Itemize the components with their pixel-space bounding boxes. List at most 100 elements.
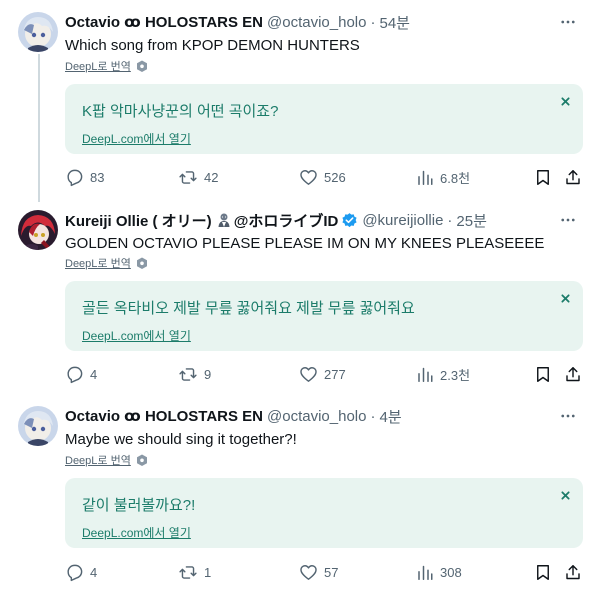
bookmark-button[interactable]: [534, 364, 552, 384]
tweet-header: Octavio ꝏ HOLOSTARS EN @octavio_holo · 5…: [65, 12, 410, 32]
action-bar: 4 9 277 2.3천: [65, 364, 585, 384]
repost-count: 1: [204, 564, 212, 580]
tweet-3[interactable]: Octavio ꝏ HOLOSTARS EN @octavio_holo · 4…: [0, 396, 600, 594]
tweet-text: Maybe we should sing it together?!: [65, 431, 297, 448]
reply-button[interactable]: 83: [65, 167, 104, 187]
handle[interactable]: @octavio_holo: [267, 408, 366, 425]
timestamp[interactable]: 54분: [379, 12, 410, 33]
heart-icon: [299, 365, 318, 384]
reply-icon: [65, 365, 84, 384]
reply-icon: [65, 563, 84, 582]
reply-icon: [65, 168, 84, 187]
tweet-text: GOLDEN OCTAVIO PLEASE PLEASE IM ON MY KN…: [65, 235, 545, 252]
action-bar: 83 42 526 6.8천: [65, 167, 585, 187]
bookmark-icon: [534, 365, 552, 384]
repost-count: 42: [204, 169, 219, 185]
heart-icon: [299, 168, 318, 187]
view-count: 6.8천: [440, 170, 471, 186]
bookmark-button[interactable]: [534, 562, 552, 582]
translation-text: K팝 악마사냥꾼의 어떤 곡이죠?: [82, 103, 279, 120]
views-button[interactable]: 2.3천: [416, 364, 470, 384]
repost-button[interactable]: 9: [178, 364, 211, 384]
like-count: 277: [324, 366, 346, 382]
handle[interactable]: @kureijiollie: [362, 212, 443, 229]
deepl-label-text[interactable]: DeepL로 번역: [65, 452, 131, 468]
share-button[interactable]: [564, 167, 582, 187]
repost-icon: [178, 365, 198, 384]
bookmark-icon: [534, 168, 552, 187]
close-icon[interactable]: [558, 291, 572, 305]
like-count: 57: [324, 564, 339, 580]
views-icon: [416, 365, 434, 384]
repost-button[interactable]: 1: [178, 562, 211, 582]
translation-text: 골든 옥타비오 제발 무릎 꿇어줘요 제발 무릎 꿇어줘요: [82, 300, 415, 317]
like-button[interactable]: 57: [299, 562, 338, 582]
view-count: 2.3천: [440, 367, 471, 383]
translation-box: 골든 옥타비오 제발 무릎 꿇어줘요 제발 무릎 꿇어줘요 DeepL.com에…: [65, 281, 583, 351]
share-button[interactable]: [564, 364, 582, 384]
deepl-translate-label[interactable]: DeepL로 번역: [65, 254, 148, 272]
deepl-icon: [136, 454, 148, 467]
reply-count: 83: [90, 169, 105, 185]
deepl-icon: [136, 257, 148, 270]
share-button[interactable]: [564, 562, 582, 582]
open-in-deepl-link[interactable]: DeepL.com에서 열기: [82, 524, 191, 541]
views-button[interactable]: 308: [416, 562, 462, 582]
separator-dot: ·: [370, 407, 376, 425]
bookmark-icon: [534, 563, 552, 582]
avatar[interactable]: [18, 12, 58, 52]
views-button[interactable]: 6.8천: [416, 167, 470, 187]
timestamp[interactable]: 4분: [379, 406, 401, 427]
separator-dot: ·: [370, 13, 376, 31]
display-name[interactable]: Kureiji Ollie ( オリー): [65, 210, 212, 231]
open-in-deepl-link[interactable]: DeepL.com에서 열기: [82, 327, 191, 344]
display-name-suffix[interactable]: @ホロライブID: [234, 210, 339, 231]
tweet-header: Kureiji Ollie ( オリー) @ホロライブID @kureijiol…: [65, 210, 487, 230]
like-button[interactable]: 526: [299, 167, 346, 187]
translation-text: 같이 불러볼까요?!: [82, 497, 196, 514]
deepl-label-text[interactable]: DeepL로 번역: [65, 255, 131, 271]
display-name[interactable]: Octavio ꝏ HOLOSTARS EN: [65, 407, 263, 425]
more-icon[interactable]: [558, 12, 578, 32]
deepl-label-text[interactable]: DeepL로 번역: [65, 58, 131, 74]
repost-icon: [178, 168, 198, 187]
tweet-header: Octavio ꝏ HOLOSTARS EN @octavio_holo · 4…: [65, 406, 402, 426]
deepl-icon: [136, 60, 148, 73]
like-button[interactable]: 277: [299, 364, 346, 384]
verified-badge-icon: [341, 212, 358, 229]
bookmark-button[interactable]: [534, 167, 552, 187]
translation-box: 같이 불러볼까요?! DeepL.com에서 열기: [65, 478, 583, 548]
reply-button[interactable]: 4: [65, 562, 97, 582]
thread-line: [38, 54, 40, 202]
views-icon: [416, 563, 434, 582]
display-name[interactable]: Octavio ꝏ HOLOSTARS EN: [65, 13, 263, 31]
reply-count: 4: [90, 564, 98, 580]
share-icon: [564, 365, 582, 384]
open-in-deepl-link[interactable]: DeepL.com에서 열기: [82, 130, 191, 147]
deepl-translate-label[interactable]: DeepL로 번역: [65, 57, 148, 75]
handle[interactable]: @octavio_holo: [267, 14, 366, 31]
repost-icon: [178, 563, 198, 582]
avatar[interactable]: [18, 210, 58, 250]
close-icon[interactable]: [558, 488, 572, 502]
view-count: 308: [440, 564, 462, 580]
avatar[interactable]: [18, 406, 58, 446]
tweet-2[interactable]: Kureiji Ollie ( オリー) @ホロライブID @kureijiol…: [0, 196, 600, 396]
views-icon: [416, 168, 434, 187]
reply-button[interactable]: 4: [65, 364, 97, 384]
more-icon[interactable]: [558, 210, 578, 230]
heart-icon: [299, 563, 318, 582]
translation-box: K팝 악마사냥꾼의 어떤 곡이죠? DeepL.com에서 열기: [65, 84, 583, 154]
share-icon: [564, 168, 582, 187]
more-icon[interactable]: [558, 406, 578, 426]
action-bar: 4 1 57 308: [65, 562, 585, 582]
deepl-translate-label[interactable]: DeepL로 번역: [65, 451, 148, 469]
separator-dot: ·: [447, 211, 453, 229]
tweet-1[interactable]: Octavio ꝏ HOLOSTARS EN @octavio_holo · 5…: [0, 0, 600, 202]
close-icon[interactable]: [558, 94, 572, 108]
like-count: 526: [324, 169, 346, 185]
timestamp[interactable]: 25분: [456, 210, 487, 231]
share-icon: [564, 563, 582, 582]
repost-count: 9: [204, 366, 212, 382]
repost-button[interactable]: 42: [178, 167, 218, 187]
